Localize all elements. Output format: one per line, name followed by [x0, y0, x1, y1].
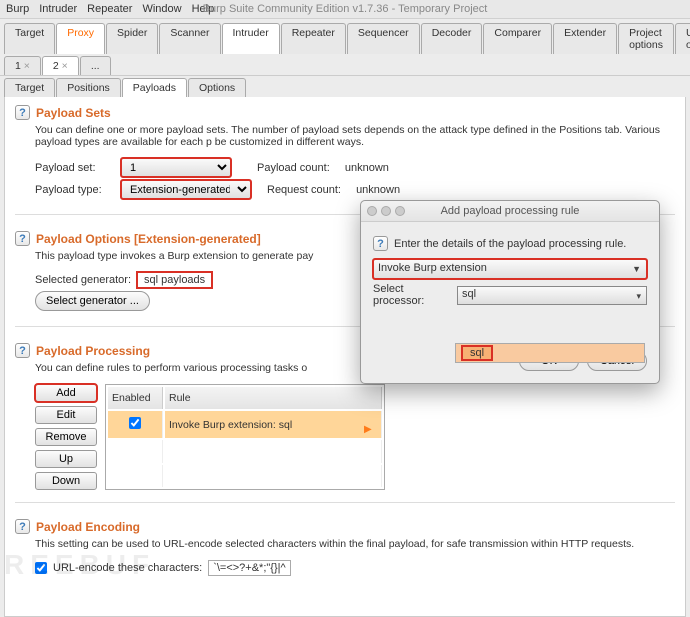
help-icon[interactable]: ?: [373, 236, 388, 251]
help-icon[interactable]: ?: [15, 519, 30, 534]
dialog-titlebar[interactable]: Add payload processing rule: [361, 201, 659, 222]
chevron-down-icon: ▾: [636, 291, 641, 302]
attack-tab-more[interactable]: ...: [80, 56, 111, 75]
select-generator-button[interactable]: Select generator ...: [35, 291, 150, 311]
main-tabs: Target Proxy Spider Scanner Intruder Rep…: [0, 19, 690, 54]
tab-proxy[interactable]: Proxy: [56, 23, 105, 54]
intruder-tab-options[interactable]: Options: [188, 78, 246, 97]
payload-count-value: unknown: [345, 162, 389, 174]
menubar: Burp Intruder Repeater Window Help Burp …: [0, 0, 690, 19]
window-title: Burp Suite Community Edition v1.7.36 - T…: [203, 3, 488, 15]
expand-arrow-icon[interactable]: ▶: [364, 424, 372, 435]
rule-enabled-checkbox[interactable]: [129, 417, 141, 429]
payload-processing-title: Payload Processing: [36, 344, 150, 358]
tab-repeater[interactable]: Repeater: [281, 23, 346, 54]
intruder-tab-positions[interactable]: Positions: [56, 78, 121, 97]
remove-rule-button[interactable]: Remove: [35, 428, 97, 446]
url-encode-chars[interactable]: `\=<>?+&*;"{}|^: [208, 560, 290, 576]
col-rule[interactable]: Rule: [165, 387, 382, 409]
attack-tabs: 1 × 2 × ...: [0, 54, 690, 75]
tab-target[interactable]: Target: [4, 23, 55, 54]
help-icon[interactable]: ?: [15, 343, 30, 358]
payload-type-label: Payload type:: [35, 184, 115, 196]
add-rule-dialog: Add payload processing rule ? Enter the …: [360, 200, 660, 384]
col-enabled[interactable]: Enabled: [108, 387, 163, 409]
tab-comparer[interactable]: Comparer: [483, 23, 552, 54]
dialog-title: Add payload processing rule: [441, 205, 580, 217]
selected-generator-label: Selected generator:: [35, 274, 131, 286]
minimize-icon[interactable]: [381, 206, 391, 216]
section-payload-sets: ? Payload Sets You can define one or mor…: [15, 105, 675, 215]
tab-project-options[interactable]: Project options: [618, 23, 674, 54]
watermark: REEBUF: [4, 549, 155, 581]
processor-select[interactable]: sql ▾: [457, 286, 647, 305]
zoom-icon[interactable]: [395, 206, 405, 216]
menu-burp[interactable]: Burp: [6, 3, 29, 15]
payload-count-label: Payload count:: [257, 162, 330, 174]
intruder-tabs: Target Positions Payloads Options: [0, 75, 690, 97]
rules-table[interactable]: Enabled Rule Invoke Burp extension: sql: [105, 384, 385, 490]
processor-option-sql[interactable]: sql: [462, 346, 492, 360]
tab-sequencer[interactable]: Sequencer: [347, 23, 420, 54]
tab-extender[interactable]: Extender: [553, 23, 617, 54]
attack-tab-2[interactable]: 2 ×: [42, 56, 79, 75]
selected-generator-value: sql payloads: [137, 272, 212, 288]
dialog-desc: Enter the details of the payload process…: [394, 238, 626, 250]
rule-text: Invoke Burp extension: sql: [165, 411, 382, 438]
payload-options-title: Payload Options [Extension-generated]: [36, 232, 261, 246]
close-icon[interactable]: [367, 206, 377, 216]
tab-scanner[interactable]: Scanner: [159, 23, 220, 54]
intruder-tab-target[interactable]: Target: [4, 78, 55, 97]
request-count-label: Request count:: [267, 184, 341, 196]
request-count-value: unknown: [356, 184, 400, 196]
tab-intruder[interactable]: Intruder: [222, 23, 280, 54]
traffic-lights: [367, 206, 405, 216]
attack-tab-1[interactable]: 1 ×: [4, 56, 41, 75]
rule-type-select[interactable]: Invoke Burp extension ▼: [373, 259, 647, 279]
tab-decoder[interactable]: Decoder: [421, 23, 483, 54]
table-row[interactable]: Invoke Burp extension: sql: [108, 411, 382, 438]
payload-set-label: Payload set:: [35, 162, 115, 174]
tab-user-options[interactable]: User options: [675, 23, 690, 54]
select-processor-label: Select processor:: [373, 283, 451, 307]
help-icon[interactable]: ?: [15, 231, 30, 246]
processor-dropdown-list[interactable]: sql: [455, 343, 645, 363]
menu-intruder[interactable]: Intruder: [39, 3, 77, 15]
chevron-down-icon: ▼: [632, 264, 641, 274]
payload-sets-desc: You can define one or more payload sets.…: [35, 124, 675, 148]
payload-sets-title: Payload Sets: [36, 106, 111, 120]
down-rule-button[interactable]: Down: [35, 472, 97, 490]
payload-encoding-title: Payload Encoding: [36, 520, 140, 534]
help-icon[interactable]: ?: [15, 105, 30, 120]
add-rule-button[interactable]: Add: [35, 384, 97, 402]
up-rule-button[interactable]: Up: [35, 450, 97, 468]
payload-type-select[interactable]: Extension-generated: [121, 180, 251, 199]
menu-repeater[interactable]: Repeater: [87, 3, 132, 15]
tab-spider[interactable]: Spider: [106, 23, 158, 54]
menu-window[interactable]: Window: [142, 3, 181, 15]
intruder-tab-payloads[interactable]: Payloads: [122, 78, 187, 97]
edit-rule-button[interactable]: Edit: [35, 406, 97, 424]
payload-set-select[interactable]: 1: [121, 158, 231, 177]
